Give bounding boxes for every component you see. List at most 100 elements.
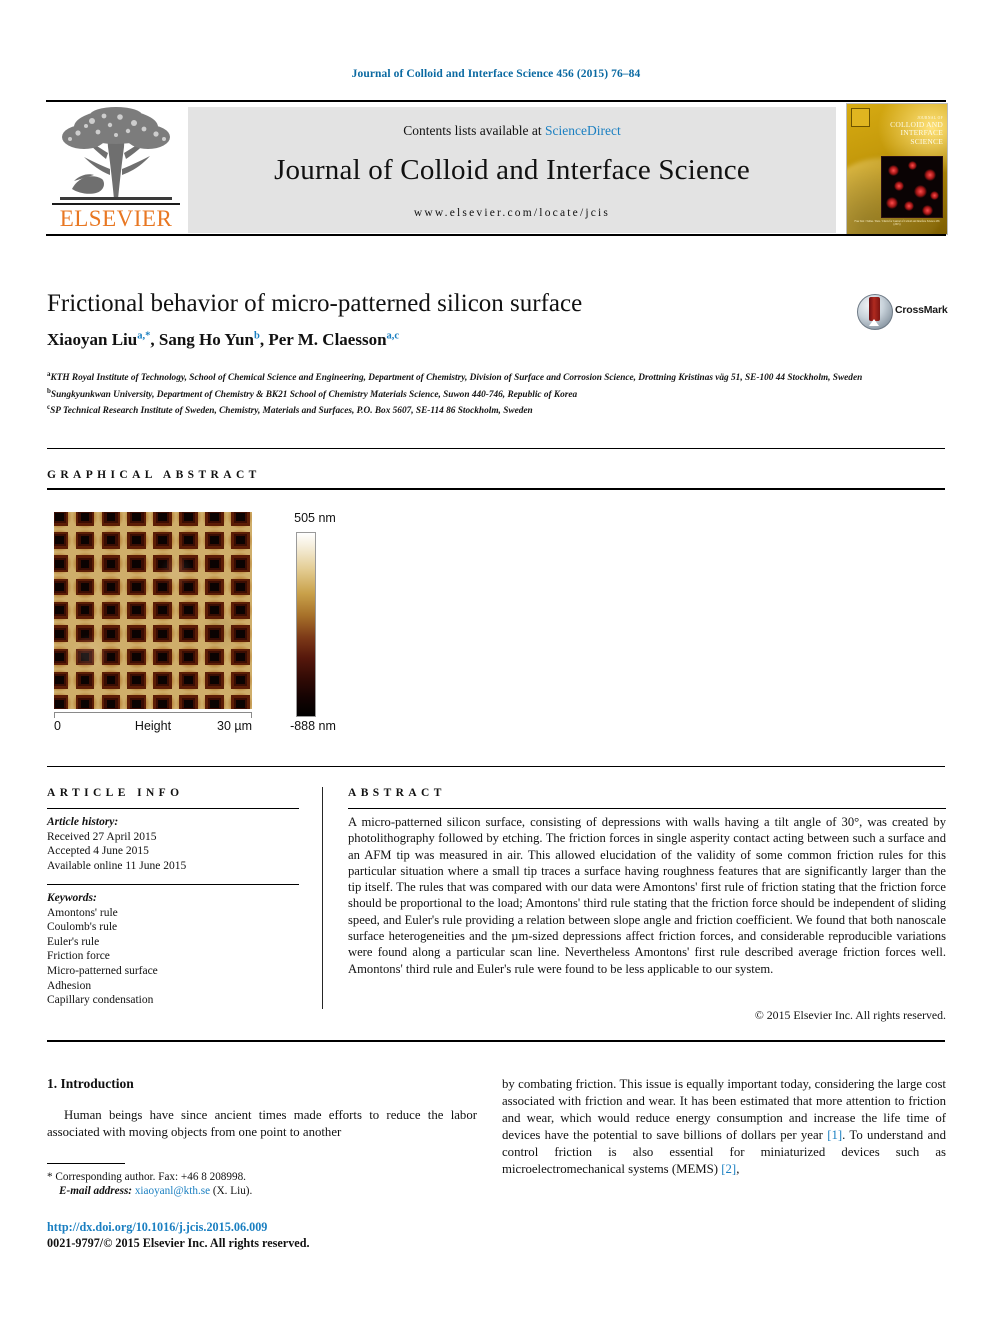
afm-cell-core (184, 699, 193, 708)
afm-cell-core (132, 559, 142, 568)
intro-paragraph-continued: by combating friction. This issue is equ… (502, 1076, 946, 1178)
afm-pattern-cell (123, 691, 150, 709)
afm-pattern-cell (201, 528, 228, 553)
afm-pattern-cell (98, 622, 124, 646)
afm-pattern-cell (123, 575, 150, 599)
afm-cell-core (184, 653, 193, 661)
afm-cell-core (80, 536, 90, 545)
crossmark-bar (869, 297, 880, 321)
afm-pattern-cell (123, 528, 150, 553)
cover-elsevier-mark (851, 108, 870, 127)
afm-cell-core (54, 699, 64, 708)
affiliation-item: cSP Technical Research Institute of Swed… (47, 401, 927, 418)
colorbar-gradient (296, 532, 316, 717)
afm-cell-core (106, 676, 116, 685)
author-marks-2: a,c (386, 330, 400, 342)
article-history-item: Received 27 April 2015 (47, 830, 157, 843)
afm-cell-core (158, 676, 168, 685)
afm-cell-core (210, 536, 219, 545)
afm-cell-core (132, 606, 142, 615)
afm-pattern-cell (149, 668, 176, 692)
afm-cell-core (210, 559, 219, 568)
footnote-block: * Corresponding author. Fax: +46 8 20899… (47, 1170, 477, 1199)
afm-pattern-cell (149, 552, 176, 576)
author-list: Xiaoyan Liua,*, Sang Ho Yunb, Per M. Cla… (47, 330, 400, 349)
intro-text-part-3: , (736, 1162, 740, 1176)
elsevier-logo-rule (52, 203, 180, 205)
afm-pattern-cell (72, 528, 98, 553)
afm-cell-core (80, 513, 90, 522)
afm-cell-core (132, 513, 142, 522)
article-history-item: Accepted 4 June 2015 (47, 845, 149, 858)
sciencedirect-link[interactable]: ScienceDirect (545, 123, 621, 138)
afm-pattern-cell (72, 552, 98, 576)
afm-cell-core (235, 559, 245, 568)
doi-link[interactable]: http://dx.doi.org/10.1016/j.jcis.2015.06… (47, 1220, 267, 1235)
corresponding-text: Corresponding author. Fax: +46 8 208998. (55, 1171, 246, 1183)
afm-cell-core (184, 559, 193, 568)
citation-ref-1[interactable]: [1] (827, 1128, 842, 1142)
afm-cell-core (210, 583, 219, 592)
journal-url[interactable]: www.elsevier.com/locate/jcis (188, 207, 836, 219)
author-marks-0: a,* (137, 330, 151, 342)
afm-cell-core (132, 653, 142, 661)
afm-cell-core (158, 513, 168, 522)
masthead-bottom-rule (46, 234, 946, 236)
graphical-abstract-figure: 0 Height 30 µm 505 nm -888 nm (54, 511, 404, 752)
afm-cell-core (210, 699, 219, 708)
affiliation-text-0: KTH Royal Institute of Technology, Schoo… (50, 373, 863, 384)
crossmark-badge[interactable]: CrossMark (857, 292, 953, 332)
afm-cell-core (210, 653, 219, 661)
abstract-rule (348, 808, 946, 809)
afm-cell-core (158, 583, 168, 592)
author-name-1: Sang Ho Yun (158, 330, 254, 349)
afm-cell-core (184, 513, 193, 522)
intro-paragraph: Human beings have since ancient times ma… (47, 1108, 477, 1139)
paper-page: Journal of Colloid and Interface Science… (0, 0, 992, 1323)
afm-pattern-cell (201, 691, 228, 709)
afm-cell-core (235, 536, 245, 545)
afm-cell-core (235, 513, 245, 522)
footnote-rule (47, 1163, 125, 1164)
journal-title: Journal of Colloid and Interface Science (274, 154, 750, 186)
elsevier-logo: ELSEVIER (46, 107, 186, 233)
affiliation-item: aKTH Royal Institute of Technology, Scho… (47, 368, 927, 385)
afm-cell-core (54, 583, 64, 592)
citation-ref-2[interactable]: [2] (721, 1162, 736, 1176)
graphical-abstract-heading: GRAPHICAL ABSTRACT (47, 469, 261, 481)
afm-pattern-cell (54, 575, 73, 599)
afm-cell-core (184, 583, 193, 592)
abstract-heading: ABSTRACT (348, 787, 446, 799)
afm-cell-core (54, 676, 64, 685)
afm-colorbar-group: 505 nm -888 nm (282, 511, 402, 742)
keyword-item: Coulomb's rule (47, 921, 118, 934)
affiliation-item: bSungkyunkwan University, Department of … (47, 385, 927, 402)
afm-cell-core (106, 559, 116, 568)
afm-pattern-cell (72, 645, 98, 669)
afm-pattern-cell (149, 512, 176, 529)
article-info-rule (47, 808, 299, 809)
author-name-2: Per M. Claesson (268, 330, 387, 349)
afm-cell-core (80, 653, 90, 661)
keyword-item: Amontons' rule (47, 906, 118, 919)
colorbar-min-label: -888 nm (290, 719, 336, 733)
afm-pattern-cell (227, 552, 252, 576)
keyword-item: Friction force (47, 950, 110, 963)
email-link[interactable]: xiaoyanl@kth.se (135, 1185, 210, 1197)
graphical-abstract-bottom-rule (47, 766, 945, 767)
afm-cell-core (106, 606, 116, 615)
afm-pattern-cell (123, 622, 150, 646)
afm-pattern-cell (98, 575, 124, 599)
email-label: E-mail address: (59, 1185, 133, 1198)
afm-pattern-cell (98, 668, 124, 692)
article-info-heading: ARTICLE INFO (47, 787, 184, 799)
afm-pattern-cell (227, 528, 252, 553)
abstract-text: A micro-patterned silicon surface, consi… (348, 815, 946, 976)
afm-cell-core (235, 629, 245, 638)
afm-cell-core (132, 583, 142, 592)
afm-cell-core (54, 513, 64, 522)
cover-caption: Free Text / Tables / Data / Charts for J… (854, 220, 940, 227)
afm-pattern-cell (175, 575, 202, 599)
afm-cell-core (158, 536, 168, 545)
keyword-item: Micro-patterned surface (47, 964, 158, 977)
